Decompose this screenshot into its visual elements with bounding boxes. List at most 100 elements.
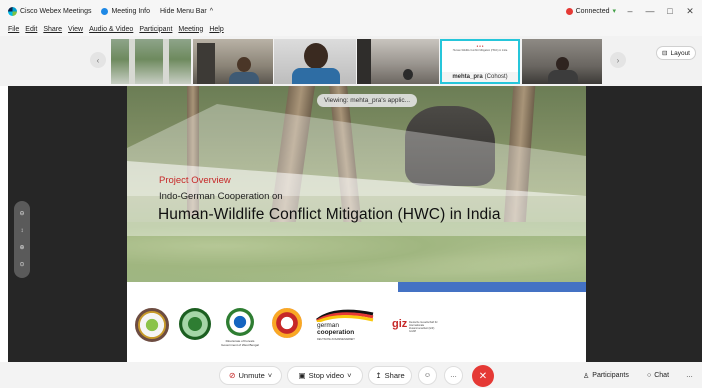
webex-logo-icon (8, 6, 17, 16)
zoom-in-icon[interactable]: ⊕ (19, 245, 24, 251)
overlay-bottom (127, 236, 586, 282)
german-line2: cooperation (317, 329, 355, 336)
viewing-indicator: Viewing: mehta_pra's applic... (317, 94, 418, 107)
shared-slide-preview: ● ● ● Human-Wildlife Conflict Mitigation… (447, 44, 513, 53)
hide-menu-label: Hide Menu Bar (160, 7, 207, 15)
close-window-button[interactable]: ✕ (684, 6, 696, 17)
uttarakhand-forest-logo (272, 308, 302, 338)
host-name: mehta_pra (452, 74, 483, 80)
overflow-menu-button[interactable]: … (686, 367, 693, 384)
video-camera-icon: ▣ (298, 371, 306, 380)
german-tiny: DEUTSCHE ZUSAMMENARBEIT (317, 338, 355, 341)
menu-help[interactable]: Help (209, 26, 223, 33)
app-name: Cisco Webex Meetings (20, 7, 92, 15)
participant-video-tile[interactable] (111, 39, 191, 84)
menu-view[interactable]: View (68, 26, 83, 33)
participants-icon: ♙ (583, 372, 590, 380)
webex-window: Cisco Webex Meetings Meeting Info Hide M… (0, 0, 702, 388)
participant-name-label: mehta_pra (Cohost) (442, 72, 518, 82)
participant-head (237, 57, 251, 72)
layout-button[interactable]: ⊟ Layout (656, 46, 696, 60)
preview-text: Human-Wildlife Conflict Mitigation (HWC)… (452, 49, 508, 52)
chevron-right-icon: › (616, 55, 620, 65)
menu-bar: File Edit Share View Audio & Video Parti… (0, 22, 702, 36)
close-icon: ✕ (478, 370, 488, 382)
participant-head (403, 69, 413, 80)
zoom-toolbar: ⊖ ↕ ⊕ ⊙ (14, 201, 30, 278)
video-content (129, 39, 135, 84)
shared-slide: Viewing: mehta_pra's applic... Project O… (127, 86, 586, 362)
connection-status[interactable]: Connected ▾ (565, 7, 616, 15)
chevron-left-icon: ‹ (96, 55, 100, 65)
fit-height-icon[interactable]: ↕ (21, 228, 24, 234)
active-speaker-tile[interactable]: ● ● ● Human-Wildlife Conflict Mitigation… (440, 39, 520, 84)
more-options-button[interactable]: … (444, 366, 463, 385)
mic-muted-icon: ⊘ (228, 371, 236, 380)
participant-body (229, 72, 259, 84)
maximize-window-button[interactable]: □ (664, 6, 676, 16)
german-cooperation-logo: german cooperation DEUTSCHE ZUSAMMENARBE… (313, 308, 381, 344)
participant-video-tile[interactable] (357, 39, 439, 84)
preview-logos-icon: ● ● ● (476, 44, 484, 48)
menu-participant[interactable]: Participant (139, 26, 172, 33)
chat-button[interactable]: ○ Chat (647, 367, 669, 384)
status-dot-icon (565, 7, 573, 15)
unmute-button[interactable]: ⊘ Unmute ˅ (219, 366, 282, 385)
menu-file[interactable]: File (8, 26, 19, 33)
host-role: (Cohost) (484, 74, 508, 80)
fit-view-icon[interactable]: ⊙ (19, 262, 24, 268)
unmute-label: Unmute (238, 371, 265, 380)
participants-button[interactable]: ♙ Participants (583, 367, 629, 384)
more-icon: … (450, 372, 457, 379)
share-label: Share (384, 371, 405, 380)
chevron-down-icon: ˅ (267, 371, 273, 380)
stop-video-label: Stop video (308, 371, 345, 380)
smiley-icon: ☺ (423, 372, 432, 379)
app-title: Cisco Webex Meetings (8, 6, 92, 16)
strip-prev-button[interactable]: ‹ (90, 52, 106, 68)
share-icon: ↥ (375, 371, 382, 380)
meeting-info-label: Meeting Info (111, 7, 150, 15)
title-bar: Cisco Webex Meetings Meeting Info Hide M… (0, 0, 702, 22)
viewing-label: Viewing: mehta_pra's applic... (324, 97, 411, 104)
menu-share[interactable]: Share (43, 26, 62, 33)
slide-eyebrow: Project Overview (159, 175, 231, 186)
stop-video-button[interactable]: ▣ Stop video ˅ (287, 366, 363, 385)
video-content (197, 43, 215, 84)
info-icon (101, 7, 109, 15)
slide-accent-bar (398, 282, 586, 292)
chevron-down-icon: ▾ (612, 8, 616, 15)
end-meeting-button[interactable]: ✕ (472, 365, 494, 387)
reactions-button[interactable]: ☺ (418, 366, 437, 385)
participant-body (292, 68, 340, 84)
minimize-window-button[interactable]: — (644, 6, 656, 16)
participant-video-tile[interactable] (274, 39, 356, 84)
participant-strip: ‹ ● ● ● Human-Wildlife Conflict Mitigati… (0, 36, 702, 86)
layout-label: Layout (670, 49, 690, 57)
participant-video-tile[interactable] (522, 39, 602, 84)
forest-department-logo (179, 308, 211, 340)
layout-icon: ⊟ (662, 50, 668, 57)
german-cooperation-text: german cooperation DEUTSCHE ZUSAMMENARBE… (317, 322, 355, 343)
menu-edit[interactable]: Edit (25, 26, 37, 33)
slide-title: Human-Wildlife Conflict Mitigation (HWC)… (158, 206, 501, 223)
zoom-out-icon[interactable]: ⊖ (19, 211, 24, 217)
meeting-controls-bar: ⊘ Unmute ˅ ▣ Stop video ˅ ↥ Share ☺ … ✕ … (0, 362, 702, 388)
strip-next-button[interactable]: › (610, 52, 626, 68)
chat-icon: ○ (647, 372, 652, 379)
share-button[interactable]: ↥ Share (368, 366, 412, 385)
more-icon: … (686, 372, 693, 379)
video-content (357, 39, 371, 84)
chat-label: Chat (654, 372, 670, 379)
giz-subtext: Deutsche Gesellschaft für Internationale… (409, 321, 438, 333)
meeting-info-button[interactable]: Meeting Info (101, 7, 150, 15)
karnataka-forest-logo (135, 308, 169, 342)
hide-menu-bar-button[interactable]: Hide Menu Bar ^ (160, 8, 213, 15)
participant-video-tile[interactable] (193, 39, 273, 84)
restore-window-button[interactable]: – (624, 6, 636, 16)
video-content (163, 39, 169, 84)
menu-meeting[interactable]: Meeting (178, 26, 203, 33)
participants-label: Participants (592, 372, 629, 379)
chevron-up-icon: ^ (209, 7, 213, 15)
menu-audio-video[interactable]: Audio & Video (89, 26, 133, 33)
